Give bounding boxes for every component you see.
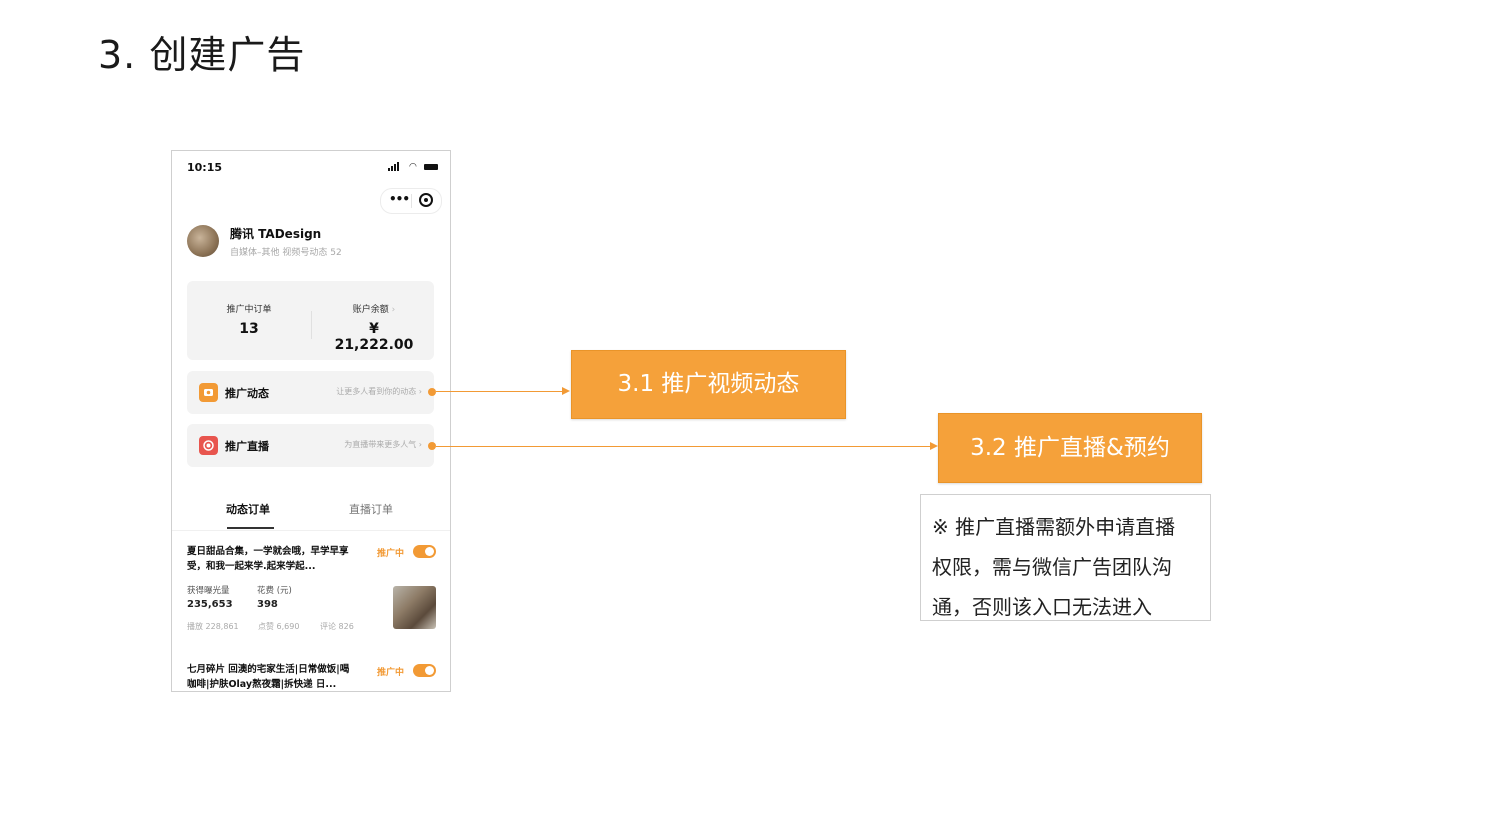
signal-icon xyxy=(388,168,390,171)
chevron-right-icon: › xyxy=(418,387,422,396)
chevron-right-icon: › xyxy=(391,305,396,315)
connector-dot xyxy=(428,388,436,396)
tab-live-orders[interactable]: 直播订单 xyxy=(349,501,393,517)
note-line: ※ 推广直播需额外申请直播 xyxy=(932,515,1176,539)
camera-icon xyxy=(199,383,218,402)
order-status: 推广中 xyxy=(377,668,405,678)
wifi-icon: ◠ xyxy=(409,162,417,172)
tab-divider xyxy=(172,530,450,531)
promote-post-hint-text: 让更多人看到你的动态 xyxy=(336,387,417,396)
promote-live-label: 推广直播 xyxy=(225,440,269,453)
chevron-right-icon: › xyxy=(418,440,422,449)
cost-label: 花费 (元) xyxy=(257,586,292,596)
toggle-knob xyxy=(425,547,434,556)
live-permission-note: ※ 推广直播需额外申请直播 权限，需与微信广告团队沟 通，否则该入口无法进入 xyxy=(920,494,1211,621)
note-line: 通，否则该入口无法进入 xyxy=(932,595,1152,619)
orders-stat: 推广中订单 13 xyxy=(223,302,275,337)
mini-program-capsule: ••• xyxy=(380,188,442,214)
status-icons: ◠ xyxy=(388,161,438,173)
callout-promote-video: 3.1 推广视频动态 xyxy=(571,350,846,419)
capsule-divider xyxy=(411,194,412,208)
orders-label: 推广中订单 xyxy=(226,305,272,315)
cost-value: 398 xyxy=(257,599,278,610)
connector-line xyxy=(436,446,931,447)
stats-divider xyxy=(311,311,312,339)
signal-bar xyxy=(394,164,396,171)
connector-dot xyxy=(428,442,436,450)
slide-title: 3. 创建广告 xyxy=(98,33,306,77)
signal-bar xyxy=(397,162,399,171)
promotion-toggle[interactable] xyxy=(413,664,436,677)
promote-post-label: 推广动态 xyxy=(225,387,269,400)
promote-live-hint: 为直播带来更多人气 › xyxy=(344,439,422,450)
balance-value: ¥ 21,222.00 xyxy=(334,321,414,353)
balance-label-text: 账户余额 xyxy=(352,305,389,315)
profile-subtitle: 自媒体–其他 视频号动态 52 xyxy=(230,248,342,258)
active-tab-indicator xyxy=(227,527,274,529)
avatar xyxy=(187,225,219,257)
status-bar: 10:15 ◠ xyxy=(172,151,450,185)
promote-live-row[interactable]: 推广直播 为直播带来更多人气 › xyxy=(187,424,434,467)
close-target-icon[interactable] xyxy=(419,193,433,207)
impressions-label: 获得曝光量 xyxy=(187,586,230,596)
live-icon xyxy=(199,436,218,455)
likes-count: 点赞 6,690 xyxy=(258,622,300,631)
profile-name: 腾讯 TADesign xyxy=(230,227,322,241)
promote-live-hint-text: 为直播带来更多人气 xyxy=(344,440,417,449)
battery-icon xyxy=(424,164,438,170)
status-time: 10:15 xyxy=(187,161,223,174)
order-thumbnail[interactable] xyxy=(393,586,436,629)
promotion-toggle[interactable] xyxy=(413,545,436,558)
comments-count: 评论 826 xyxy=(320,622,354,631)
order-status: 推广中 xyxy=(377,549,405,559)
arrow-right-icon xyxy=(930,442,938,450)
orders-value: 13 xyxy=(239,321,259,337)
tab-post-orders[interactable]: 动态订单 xyxy=(226,501,270,517)
arrow-right-icon xyxy=(562,387,570,395)
signal-bar xyxy=(391,166,393,171)
promote-post-row[interactable]: 推广动态 让更多人看到你的动态 › xyxy=(187,371,434,414)
order-title[interactable]: 七月碎片 回澳的宅家生活|日常做饭|喝咖啡|护肤Olay熬夜霜|拆快递 日... xyxy=(187,662,357,691)
order-title[interactable]: 夏日甜品合集，一学就会哦，早学早享受，和我一起来学.起来学起... xyxy=(187,544,357,574)
connector-line xyxy=(436,391,563,392)
plays-count: 播放 228,861 xyxy=(187,622,239,631)
impressions-value: 235,653 xyxy=(187,599,233,610)
callout-promote-live: 3.2 推广直播&预约 xyxy=(938,413,1202,483)
promote-post-hint: 让更多人看到你的动态 › xyxy=(336,386,422,397)
phone-screenshot: 10:15 ◠ ••• 腾讯 TADesign 自媒体–其他 视频号动态 52 … xyxy=(171,150,451,692)
toggle-knob xyxy=(425,666,434,675)
balance-label: 账户余额 › xyxy=(329,302,419,315)
note-line: 权限，需与微信广告团队沟 xyxy=(932,555,1172,579)
stats-card: 推广中订单 13 账户余额 › ¥ 21,222.00 xyxy=(187,281,434,360)
balance-stat[interactable]: 账户余额 › ¥ 21,222.00 xyxy=(329,302,419,353)
more-icon[interactable]: ••• xyxy=(389,192,410,206)
